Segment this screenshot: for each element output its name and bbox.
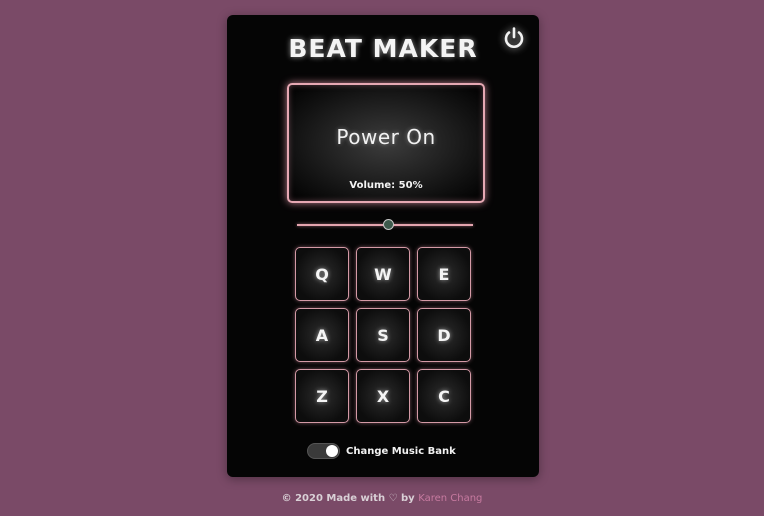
- music-bank-toggle[interactable]: [307, 443, 340, 459]
- drum-pad-w[interactable]: W: [356, 247, 410, 301]
- music-bank-row: Change Music Bank: [307, 443, 456, 459]
- volume-slider-thumb[interactable]: [382, 219, 394, 230]
- drum-pad-q[interactable]: Q: [295, 247, 349, 301]
- author-link[interactable]: Karen Chang: [418, 493, 482, 504]
- display-status: Power On: [336, 125, 436, 149]
- footer: © 2020 Made with ♡ by Karen Chang: [0, 493, 764, 504]
- toggle-knob: [326, 445, 338, 457]
- drum-pad-a[interactable]: A: [295, 308, 349, 362]
- drum-pad-grid: Q W E A S D Z X C: [295, 247, 473, 423]
- drum-pad-z[interactable]: Z: [295, 369, 349, 423]
- drum-pad-d[interactable]: D: [417, 308, 471, 362]
- power-button[interactable]: [501, 25, 527, 51]
- app-title: BEAT MAKER: [288, 34, 478, 63]
- footer-copyright: © 2020 Made with: [281, 493, 386, 504]
- drum-machine: BEAT MAKER Power On Volume: 50% Q W E A …: [227, 15, 539, 477]
- footer-by: by: [401, 493, 415, 504]
- display-screen: Power On Volume: 50%: [287, 83, 485, 203]
- volume-readout: Volume: 50%: [349, 180, 423, 191]
- drum-pad-s[interactable]: S: [356, 308, 410, 362]
- heart-icon: ♡: [388, 493, 398, 504]
- music-bank-label: Change Music Bank: [346, 445, 456, 457]
- volume-slider[interactable]: [297, 218, 473, 232]
- drum-pad-e[interactable]: E: [417, 247, 471, 301]
- drum-pad-c[interactable]: C: [417, 369, 471, 423]
- drum-pad-x[interactable]: X: [356, 369, 410, 423]
- power-icon: [504, 27, 524, 48]
